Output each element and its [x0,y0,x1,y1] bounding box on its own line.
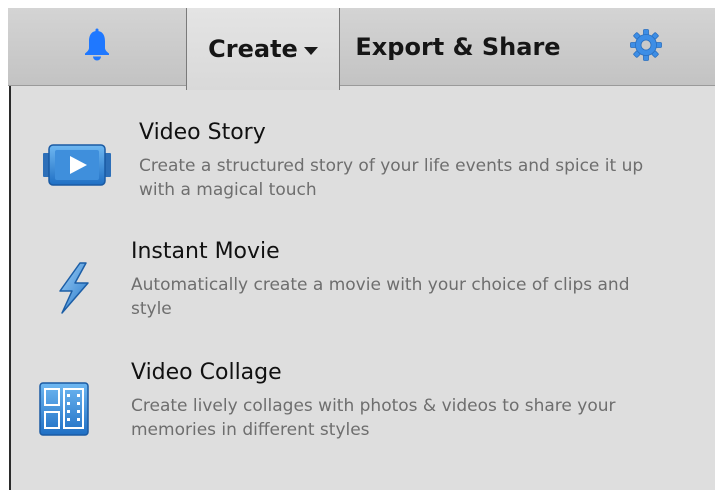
top-toolbar: Create Export & Share [8,8,715,90]
menu-item-title: Instant Movie [131,239,280,264]
menu-item-description: Create lively collages with photos & vid… [131,396,616,440]
settings-button[interactable] [576,8,715,85]
menu-item-title: Video Collage [131,360,282,385]
menu-item-description: Create a structured story of your life e… [139,156,644,200]
export-share-button[interactable]: Export & Share [340,8,576,85]
menu-item-description: Automatically create a movie with your c… [131,275,630,319]
menu-item-title: Video Story [139,120,266,145]
create-dropdown-menu: Video Story Create a structured story of… [9,86,715,490]
menu-item-instant-movie[interactable]: Instant Movie Automatically create a mov… [11,231,715,351]
create-menu-button[interactable]: Create [186,8,340,90]
create-label: Create [208,35,298,63]
bell-icon [82,28,112,66]
menu-item-video-story[interactable]: Video Story Create a structured story of… [11,106,715,226]
caret-down-icon [303,46,318,55]
video-collage-icon [39,382,89,436]
export-share-label: Export & Share [355,32,561,61]
menu-item-video-collage[interactable]: Video Collage Create lively collages wit… [11,354,715,474]
video-story-icon [41,140,113,190]
notifications-button[interactable] [8,8,186,85]
gear-icon [629,28,663,66]
lightning-bolt-icon [51,261,95,315]
